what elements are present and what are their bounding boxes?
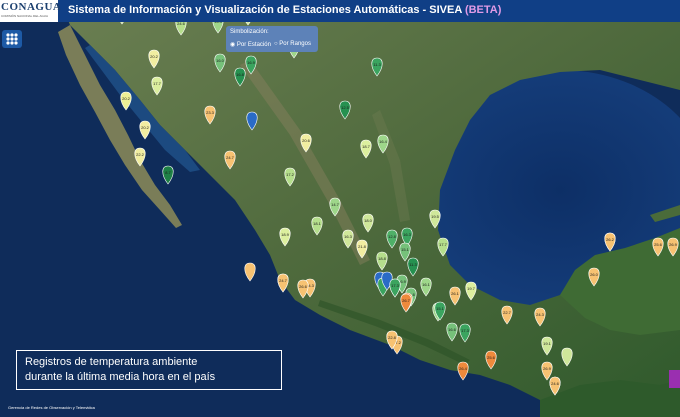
marker-temperature-label: 26.9 [669,242,678,247]
marker-temperature-label: 17.3 [391,283,400,288]
radio-por-rangos-label: Por Rangos [279,41,311,47]
marker-temperature-label: 12.5 [341,105,350,110]
marker-temperature-label: 16.9 [247,60,256,65]
symbolization-panel: Simbolización: ◉ Por Estación ○ Por Rang… [226,26,318,52]
marker-temperature-label: 16.3 [344,234,353,239]
marker-temperature-label: 12.8 [388,234,397,239]
side-widget[interactable] [669,370,680,388]
temperature-note-box: Registros de temperatura ambiente durant… [16,350,282,390]
marker-temperature-label: 11.3 [409,262,417,267]
marker-temperature-label: 22.2 [136,152,145,157]
marker-temperature-label: 25.6 [654,242,663,247]
marker-temperature-label: 24.3 [536,312,545,317]
marker-temperature-label: 20.2 [122,96,131,101]
marker-temperature-label: 24.7 [226,155,235,160]
marker-temperature-label: 26.4 [459,366,468,371]
marker-temperature-label: 16.3 [403,232,412,237]
marker-temperature-label: 26.0 [590,272,599,277]
marker-temperature-label: 26.7 [402,298,411,303]
marker-temperature-label: 14.7 [331,202,340,207]
logo-text: CONAGUA [1,1,62,13]
marker-temperature-label: 20.2 [150,54,159,59]
marker-temperature-label: 20.2 [141,125,150,130]
header-bar: CONAGUA COMISIÓN NACIONAL DEL AGUA Siste… [0,0,680,22]
marker-temperature-label: 16.1 [422,282,431,287]
marker-temperature-label: 19.7 [467,286,476,291]
conagua-logo[interactable]: CONAGUA COMISIÓN NACIONAL DEL AGUA [0,0,62,22]
page-title: Sistema de Información y Visualización d… [68,4,501,16]
marker-temperature-label: 17.2 [286,172,295,177]
marker-temperature-label: 16.8 [236,72,245,77]
marker-temperature-label: 18.0 [364,218,373,223]
marker-temperature-label: 21.8 [358,244,367,249]
radio-por-estacion-label: Por Estación [236,42,271,48]
marker-temperature-label: 18.1 [313,221,322,226]
title-text: Sistema de Información y Visualización d… [68,4,462,16]
grid-icon [6,33,18,45]
marker-temperature-label: 26.1 [451,291,460,296]
note-line-1: Registros de temperatura ambiente [25,356,198,368]
logo-subtitle: COMISIÓN NACIONAL DEL AGUA [1,14,48,18]
marker-temperature-label: 15.1 [401,247,410,252]
marker-temperature-label: 19.5 [431,214,440,219]
marker-temperature-label: 11.3 [373,62,381,67]
marker-temperature-label: 22.7 [503,310,512,315]
marker-temperature-label: 24.6 [551,381,560,386]
marker-temperature-label: 24.7 [279,278,288,283]
radio-por-estacion[interactable]: ◉ Por Estación [230,41,271,48]
radio-por-rangos[interactable]: ○ Por Rangos [274,41,311,47]
marker-temperature-label: 26.2 [606,237,615,242]
marker-temperature-label: 8.7 [165,170,171,175]
marker-temperature-label: 17.3 [461,328,470,333]
marker-temperature-label: 23.3 [206,110,215,115]
marker-temperature-label: 16.6 [448,327,457,332]
symbolization-title: Simbolización: [230,29,269,35]
marker-temperature-label: 16.4 [379,139,388,144]
marker-temperature-label: 17.7 [153,81,162,86]
marker-temperature-label: 25.6 [487,355,496,360]
marker-temperature-label: 26.9 [543,366,552,371]
marker-temperature-label: 19.1 [543,341,552,346]
footer-credit: Gerencia de Redes de Observación y Telem… [8,405,95,410]
marker-temperature-label: 18.7 [362,144,371,149]
beta-badge: (BETA) [464,4,502,16]
grid-menu-button[interactable] [2,30,22,48]
marker-temperature-label: 15.1 [436,306,445,311]
marker-temperature-label: 22.8 [388,335,397,340]
marker-temperature-label: 26.6 [299,284,308,289]
marker-temperature-label: 20.6 [302,138,311,143]
note-line-2: durante la última media hora en el país [25,371,216,383]
marker-temperature-label: 17.7 [439,242,448,247]
marker-temperature-label: 16.0 [216,58,225,63]
marker-temperature-label: 18.9 [281,232,290,237]
marker-temperature-label: 18.8 [378,256,387,261]
